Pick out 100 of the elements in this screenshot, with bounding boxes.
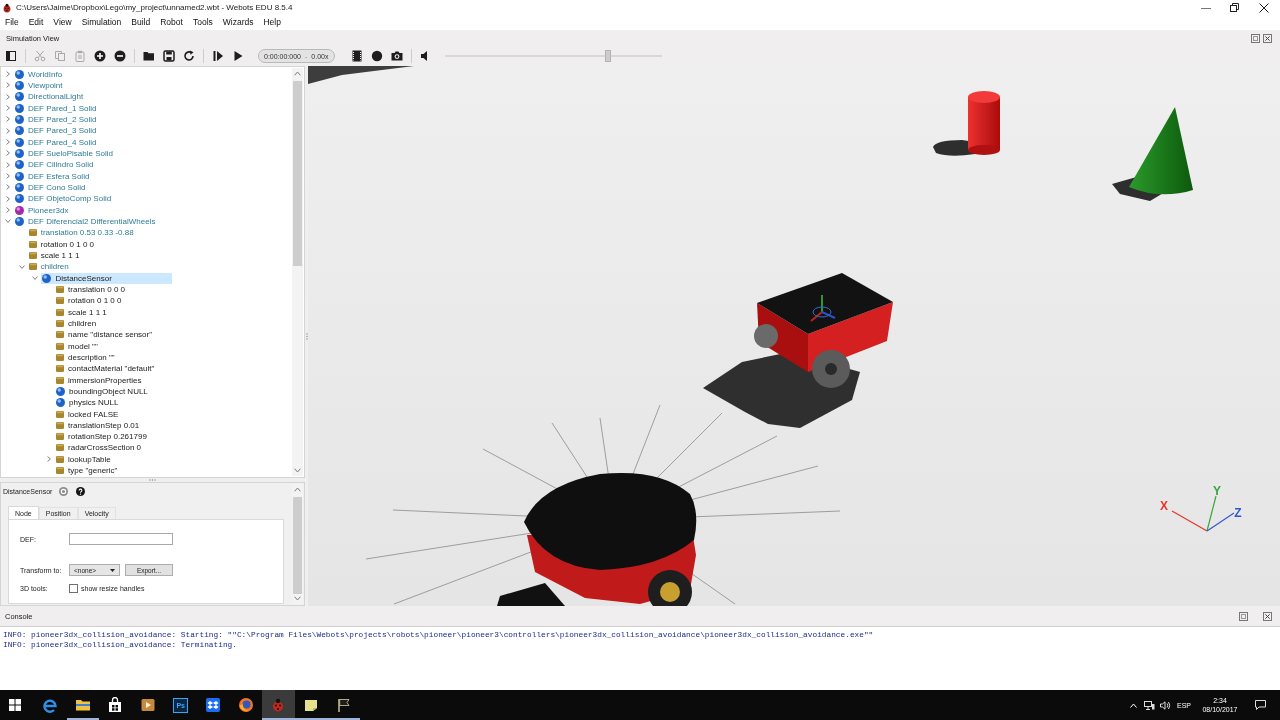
chevron-down-icon[interactable] [294,596,301,601]
menu-item[interactable]: View [48,15,77,30]
field-square-icon [56,410,65,418]
cylinder [933,91,1000,156]
step-icon [212,50,224,62]
menu-item[interactable]: File [0,15,24,30]
tree-item[interactable]: DistanceSensor [41,272,173,284]
tree-item[interactable]: DEF Pared_1 Solid [14,102,99,114]
chevron-down-icon[interactable] [18,263,25,270]
caret-icon [110,568,115,572]
tree-item[interactable]: DEF Esfera Solid [14,170,92,182]
tree-item[interactable]: WorldInfo [14,68,65,80]
tree-item[interactable]: translation 0.53 0.33 -0.88 [27,227,136,239]
field-square-icon [56,342,65,350]
tree-item[interactable]: rotation 0 1 0 0 [55,295,124,307]
chevron-right-icon[interactable] [5,127,11,134]
checkbox[interactable] [69,583,78,593]
chevron-right-icon[interactable] [5,207,11,214]
notification-icon[interactable] [1254,700,1266,710]
menu-item[interactable]: Edit [23,15,49,30]
chevron-right-icon[interactable] [5,116,11,123]
tree-item[interactable]: translation 0 0 0 [55,283,128,295]
tree-item[interactable]: DEF Pared_2 Solid [14,113,99,125]
field-square-icon [56,433,65,441]
chevron-down-icon[interactable] [32,275,39,282]
tree-item[interactable]: DirectionalLight [14,91,86,103]
chevron-right-icon[interactable] [5,173,11,180]
float-button[interactable] [1251,33,1260,43]
tree-item[interactable]: rotation 0 1 0 0 [27,238,97,250]
menu-item[interactable]: Help [258,15,286,30]
play-icon [232,50,244,62]
menu-item[interactable]: Simulation [76,15,127,30]
tree-item[interactable]: children [27,261,71,273]
tree-item[interactable]: DEF Diferencial2 DifferentialWheels [14,215,158,227]
slider-thumb[interactable] [604,50,611,62]
network-icon[interactable] [1143,700,1155,710]
tree-item[interactable]: immersionProperties [55,374,144,386]
tree-item[interactable]: DEF Cono Solid [14,181,88,193]
scrollbar-thumb[interactable] [293,81,302,266]
menu-item[interactable]: Robot [155,15,188,30]
tree-item[interactable]: physics NULL [55,397,121,409]
3d-view[interactable]: X Y Z [308,66,1280,606]
tree-item[interactable]: DEF SueloPisable Solid [14,147,115,159]
tree-item[interactable]: Pioneer3dx [14,204,71,216]
taskbar-app-button[interactable] [262,690,295,720]
chevron-right-icon[interactable] [5,195,11,202]
play-tile-icon [140,697,157,713]
field-square-icon [56,331,65,339]
chevron-right-icon[interactable] [5,71,11,78]
folder-icon [74,697,91,713]
tree-item[interactable]: boundingObject NULL [55,385,150,397]
tree-item[interactable]: description "" [55,351,117,363]
menu-item[interactable]: Tools [187,15,218,30]
tree-item[interactable]: locked FALSE [55,408,121,420]
tree-item[interactable]: DEF ObjetoComp Solid [14,193,114,205]
tree-item[interactable]: radarCrossSection 0 [55,442,143,454]
speaker-icon[interactable] [1159,700,1171,710]
tree-item[interactable]: name "distance sensor" [55,329,155,341]
float-button[interactable] [1239,611,1248,621]
tree-item[interactable]: scale 1 1 1 [55,306,109,318]
sphere-icon [56,386,66,396]
menu-item[interactable]: Wizards [217,15,259,30]
tree-item[interactable]: children [55,317,99,329]
panel-icon [5,50,17,62]
save-button[interactable] [160,47,178,65]
restore-icon [1230,3,1239,12]
def-input-field[interactable] [69,533,173,545]
chevron-right-icon[interactable] [5,161,11,168]
chevron-right-icon[interactable] [5,139,11,146]
axis-label: Z [1234,507,1242,519]
tree-item[interactable]: scale 1 1 1 [27,249,82,261]
tree-item[interactable]: contactMaterial "default" [55,363,157,375]
chevron-down-icon[interactable] [5,218,11,225]
tree-item[interactable]: Viewpoint [14,80,65,91]
chevron-right-icon[interactable] [5,82,11,89]
globe-icon [237,697,254,713]
close-icon [1263,611,1272,621]
tree-item[interactable]: lookupTable [55,453,113,465]
tree-item[interactable]: DEF Cilindro Solid [14,159,96,171]
tree-item[interactable]: model "" [55,340,100,352]
sphere-icon [15,194,24,204]
help-icon[interactable] [76,486,86,496]
chevron-right-icon[interactable] [5,150,11,157]
splitter-grip-icon[interactable] [305,332,308,340]
tree-item[interactable]: type "generic" [55,465,120,477]
field-square-icon [56,421,65,429]
tree-item[interactable]: translationStep 0.01 [55,419,142,431]
tree-item[interactable]: DEF Pared_3 Solid [14,125,99,137]
tree-item[interactable]: rotationStep 0.261799 [55,431,149,443]
scrollbar[interactable] [292,68,303,476]
scrollbar-thumb[interactable] [293,497,302,594]
chevron-right-icon[interactable] [5,105,11,112]
tree-item[interactable]: DEF Pared_4 Solid [14,136,99,148]
close-button[interactable] [1263,611,1272,621]
chevron-right-icon[interactable] [5,184,11,191]
menu-item[interactable]: Build [126,15,156,30]
chevron-right-icon[interactable] [5,93,11,100]
close-button[interactable] [1263,33,1272,43]
chevron-right-icon[interactable] [46,456,53,463]
chevron-down-icon[interactable] [294,468,301,473]
